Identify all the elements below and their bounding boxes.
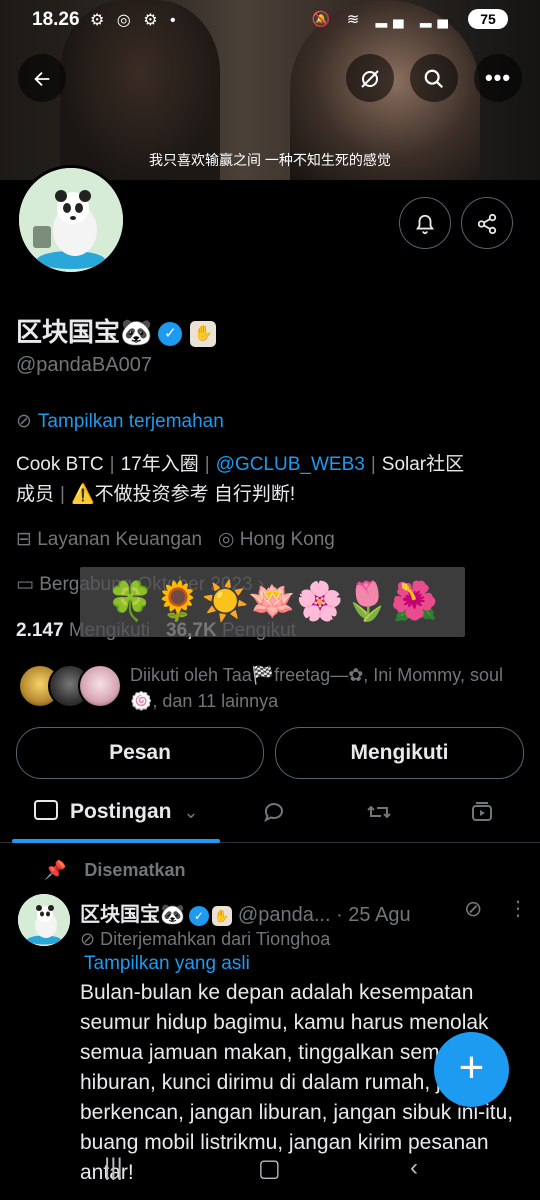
compose-post-button[interactable]: + [434, 1032, 509, 1107]
pinned-indicator: 📌 Disematkan [44, 860, 185, 881]
panda-avatar-icon [19, 168, 123, 272]
bio-text: ⚠️不做投资参考 自行判断! [70, 484, 296, 505]
home-icon[interactable]: ▢ [258, 1154, 281, 1183]
profile-category: Layanan Keuangan [37, 529, 203, 550]
tab-reposts[interactable] [366, 790, 392, 832]
more-horizontal-icon: ••• [484, 65, 512, 90]
verified-badge-icon[interactable]: ✓ [188, 905, 209, 926]
message-button[interactable]: Pesan [16, 727, 264, 779]
status-system-icons: 🔕 ≋ ▂▄ ▂▄ [311, 11, 454, 28]
follower-avatar [78, 664, 122, 708]
grok-icon [361, 70, 379, 88]
followed-by-avatars[interactable] [18, 664, 128, 708]
pinned-label: Disematkan [84, 860, 186, 880]
affiliation-badge-icon[interactable]: ✋ [190, 321, 217, 348]
followed-by-text[interactable]: Diikuti oleh Taa🏁freetag—✿, Ini Mommy, s… [130, 662, 520, 714]
profile-meta: ⊟ Layanan Keuangan ◎ Hong Kong [16, 528, 335, 551]
grok-icon[interactable]: ⊘ [464, 896, 482, 922]
system-navigation-bar: ||| ▢ ‹ [0, 1150, 540, 1200]
affiliation-badge-icon[interactable]: ✋ [211, 905, 232, 926]
back-nav-icon[interactable]: ‹ [410, 1154, 418, 1182]
media-icon [472, 801, 492, 821]
tab-media[interactable] [470, 790, 494, 832]
tab-posts-label: Postingan [70, 800, 172, 823]
translate-icon: ⊘ [16, 411, 32, 432]
profile-avatar[interactable] [16, 165, 126, 275]
status-time: 18.26 [32, 9, 80, 30]
following-button[interactable]: Mengikuti [275, 727, 524, 779]
bio-mention-link[interactable]: @GCLUB_WEB3 [216, 454, 365, 475]
show-translation-link[interactable]: ⊘ Tampilkan terjemahan [16, 410, 224, 433]
bell-plus-icon [415, 214, 435, 234]
share-icon [477, 213, 497, 234]
post-date[interactable]: · 25 Agu [336, 904, 411, 926]
post-more-icon[interactable]: ⋮ [508, 896, 528, 921]
share-button[interactable] [461, 197, 513, 249]
search-button[interactable] [410, 54, 458, 102]
location-pin-icon: ◎ [217, 529, 235, 550]
tab-posts[interactable]: Postingan ⌄ [12, 790, 220, 843]
show-original-link[interactable]: Tampilkan yang asli [84, 953, 250, 975]
arrow-left-icon [34, 72, 50, 87]
tab-replies[interactable] [262, 790, 286, 832]
pin-icon: 📌 [44, 860, 67, 880]
battery-icon: 75 [468, 9, 508, 29]
post-header: 区块国宝🐼 ✓ ✋ @panda... · 25 Agu [80, 898, 411, 927]
bio-text: Solar社区 [381, 454, 465, 475]
status-notification-icons: ⚙ ◎ ⚙ • [90, 12, 180, 29]
reply-bubble-icon [264, 802, 283, 822]
plus-icon: + [458, 1043, 485, 1092]
post-author-handle[interactable]: @panda... [238, 904, 331, 926]
bio-text: 成员 [16, 484, 55, 505]
back-button[interactable] [18, 54, 66, 102]
emoji-sticker-overlay: 🍀🌻☀️🪷🌸🌷🌺 [80, 567, 465, 637]
briefcase-icon: ⊟ [16, 529, 32, 550]
more-options-button[interactable]: ••• [474, 54, 522, 102]
bio-text: Cook BTC [16, 454, 104, 475]
search-icon [424, 69, 444, 89]
show-translation-label: Tampilkan terjemahan [37, 411, 224, 432]
translated-from-label: Diterjemahkan dari Tionghoa [100, 929, 331, 949]
notifications-button[interactable] [399, 197, 451, 249]
active-tab-indicator [12, 839, 220, 843]
bio-separator: | [60, 484, 65, 505]
profile-handle: @pandaBA007 [16, 354, 152, 376]
posts-tab-icon [34, 800, 58, 820]
bio-separator: | [370, 454, 376, 475]
translate-toggle-button[interactable] [346, 54, 394, 102]
bio-separator: | [109, 454, 115, 475]
status-bar: 18.26 ⚙ ◎ ⚙ • 🔕 ≋ ▂▄ ▂▄ 75 [0, 0, 540, 40]
profile-display-name: 区块国宝🐼 [16, 317, 153, 347]
profile-tabs: Postingan ⌄ [0, 790, 540, 843]
recent-apps-icon[interactable]: ||| [104, 1154, 123, 1182]
repost-icon [367, 805, 391, 819]
bio-separator: | [204, 454, 210, 475]
post-avatar[interactable] [18, 894, 70, 946]
translated-from: ⊘ Diterjemahkan dari Tionghoa [80, 929, 330, 950]
profile-bio: Cook BTC | 17年入圈 | @GCLUB_WEB3 | Solar社区 成员 | ⚠️… [16, 450, 526, 510]
chevron-down-icon: ⌄ [183, 802, 199, 822]
bio-text: 17年入圈 [120, 454, 199, 475]
calendar-icon: ▭ [16, 574, 34, 595]
panda-avatar-icon [18, 894, 70, 946]
profile-location: Hong Kong [239, 529, 335, 550]
profile-name: 区块国宝🐼 ✓ ✋ [16, 312, 217, 349]
verified-badge-icon[interactable]: ✓ [158, 322, 183, 347]
translate-icon: ⊘ [80, 929, 96, 949]
post-author-name[interactable]: 区块国宝🐼 [80, 904, 185, 926]
